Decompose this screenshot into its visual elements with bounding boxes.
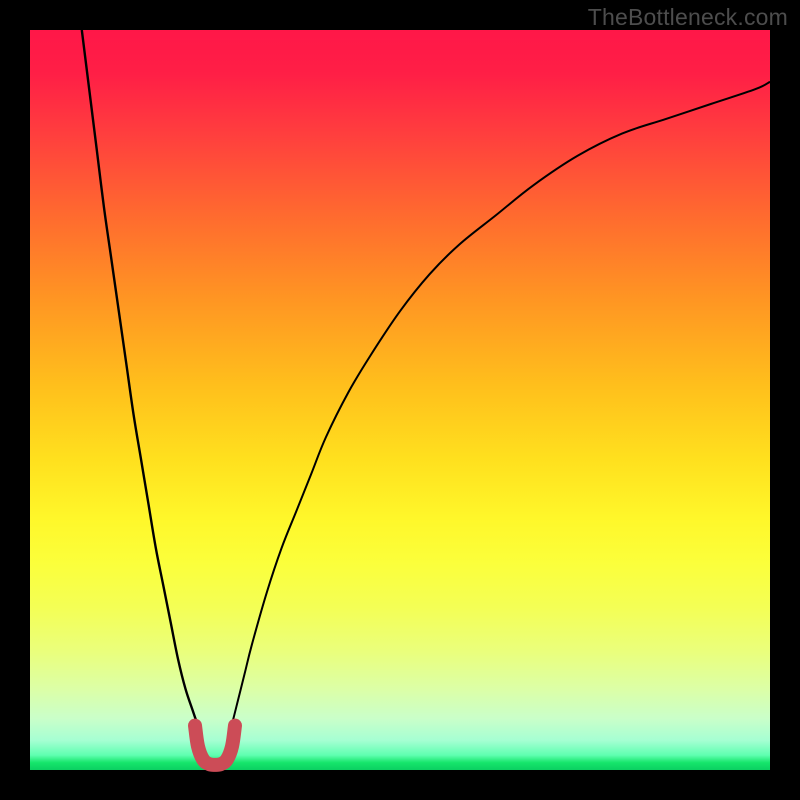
chart-frame: TheBottleneck.com	[0, 0, 800, 800]
series-right-branch-curve	[226, 82, 770, 748]
chart-svg	[30, 30, 770, 770]
chart-series-layer	[82, 30, 770, 765]
series-sweet-spot-u-marker	[195, 726, 235, 765]
chart-plot-area	[30, 30, 770, 770]
watermark-label: TheBottleneck.com	[588, 4, 788, 31]
series-left-branch-curve	[82, 30, 204, 748]
